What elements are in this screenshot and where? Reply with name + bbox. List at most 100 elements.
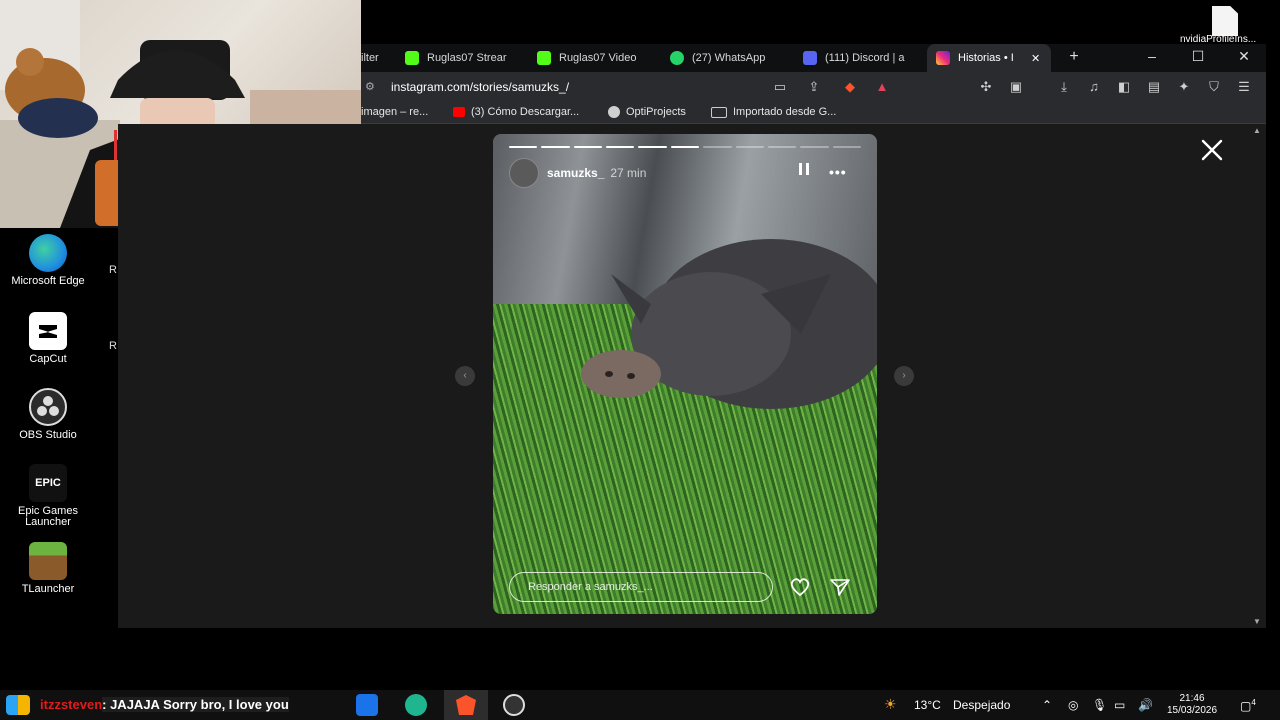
obs-taskbar-icon[interactable] (503, 694, 525, 716)
kick-icon (405, 51, 419, 65)
story-progress-segment (606, 146, 635, 148)
story-progress-segment (735, 146, 764, 148)
story-progress-segment (670, 146, 700, 148)
tab-ruglas-stream[interactable]: Ruglas07 Strear (405, 44, 515, 72)
clock[interactable]: 21:46 15/03/2026 (1162, 693, 1222, 717)
desktop-icon-tlauncher[interactable]: TLauncher (0, 542, 96, 595)
optiprojects-icon (608, 106, 620, 118)
extensions-icon[interactable]: ✣ (977, 79, 995, 95)
bookmark-folder-importado[interactable]: Importado desde G... (711, 106, 836, 118)
desktop-icon-label-partial: R (109, 264, 117, 276)
tab-close-icon[interactable]: ✕ (1031, 52, 1040, 65)
story-progress-segment (703, 146, 732, 148)
avatar[interactable] (509, 158, 539, 188)
file-icon[interactable] (1212, 6, 1238, 36)
brave-icon (456, 695, 476, 715)
story-progress-segment (541, 146, 570, 148)
weather-temp[interactable]: 13°C (914, 698, 941, 712)
reply-input[interactable]: Responder a samuzks_... (509, 572, 773, 602)
pause-icon[interactable] (797, 162, 811, 176)
chat-text: : JAJAJA Sorry bro, I love you (102, 697, 289, 712)
chevron-up-icon[interactable]: ⌃ (1042, 698, 1052, 712)
brave-taskbar-button[interactable] (444, 690, 488, 720)
tab-ruglas-video[interactable]: Ruglas07 Video (537, 44, 643, 72)
stream-chat-message: itzzsteven: JAJAJA Sorry bro, I love you (40, 697, 289, 712)
leo-icon[interactable]: ✦ (1175, 79, 1193, 95)
weather-desc[interactable]: Despejado (953, 698, 1010, 712)
send-icon[interactable] (829, 577, 851, 597)
outlook-icon[interactable] (356, 694, 378, 716)
clock-time: 21:46 (1179, 693, 1205, 704)
start-icon[interactable] (6, 695, 30, 715)
pig-image (581, 239, 877, 409)
bookmark-imagen[interactable]: imagen – re... (361, 106, 428, 118)
kick-icon (537, 51, 551, 65)
tlauncher-icon (29, 542, 67, 580)
story-progress-segment (638, 146, 667, 148)
next-story-button[interactable]: › (894, 366, 914, 386)
youtube-icon (453, 107, 465, 117)
share-icon[interactable]: ⇪ (805, 79, 823, 95)
story-username[interactable]: samuzks_ (547, 166, 604, 180)
url-input[interactable]: instagram.com/stories/samuzks_/ (391, 80, 569, 94)
tab-historias[interactable]: Historias • I ✕ (927, 44, 1051, 72)
network-icon[interactable]: ▭ (1114, 698, 1125, 712)
new-tab-button[interactable]: + (1064, 48, 1084, 66)
media-icon[interactable]: ♫ (1085, 79, 1103, 95)
story-time: 27 min (610, 166, 647, 180)
story-progress-bar (509, 146, 861, 148)
menu-icon[interactable]: ☰ (1235, 79, 1253, 95)
desktop-icon-edge[interactable]: Microsoft Edge (0, 234, 96, 287)
desktop-icon-label-partial: R (109, 340, 117, 352)
scroll-up-icon[interactable]: ▲ (1253, 126, 1261, 135)
desktop-icon-epic[interactable]: EPIC Epic Games Launcher (0, 464, 96, 528)
scrollbar[interactable]: ▲ ▼ (1250, 124, 1262, 628)
story-progress-segment (767, 146, 797, 148)
minimize-button[interactable]: – (1142, 48, 1162, 64)
bookmark-youtube[interactable]: (3) Cómo Descargar... (453, 106, 579, 118)
bookmark-optiprojects[interactable]: OptiProjects (608, 106, 686, 118)
sidebar-icon[interactable]: ◧ (1115, 79, 1133, 95)
desktop-icon-obs[interactable]: OBS Studio (0, 388, 96, 441)
tab-partial[interactable]: ilter (361, 44, 383, 72)
folder-icon (711, 106, 727, 118)
site-info-icon[interactable]: ⚙ (365, 80, 375, 93)
brave-rewards-icon[interactable]: ▲ (873, 79, 891, 95)
microphone-icon[interactable]: 🎙 (1092, 698, 1107, 712)
tray-app-icon[interactable]: ◎ (1068, 698, 1078, 712)
story-progress-segment (573, 146, 603, 148)
capcut-icon (29, 312, 67, 350)
tab-bar: ilter Ruglas07 Strear Ruglas07 Video (27… (361, 44, 1266, 72)
instagram-icon (936, 51, 950, 65)
app-green-icon[interactable] (405, 694, 427, 716)
brave-shield-icon[interactable]: ◆ (841, 79, 859, 95)
edge-icon (29, 234, 67, 272)
obs-icon (29, 388, 67, 426)
story-progress-segment (800, 146, 829, 148)
heart-icon[interactable] (789, 577, 811, 597)
browser-left-area (118, 124, 361, 628)
download-icon[interactable]: ⤓ (1055, 79, 1073, 95)
wallet-icon[interactable]: ▤ (1145, 79, 1163, 95)
chat-username: itzzsteven (40, 697, 103, 712)
scroll-down-icon[interactable]: ▼ (1253, 617, 1261, 626)
story-viewer[interactable]: samuzks_ 27 min ••• Responder a samuzks_… (493, 134, 877, 614)
vpn-icon[interactable]: ⛉ (1205, 79, 1223, 95)
weather-icon[interactable]: ☀ (884, 696, 897, 713)
desktop-icon-capcut[interactable]: CapCut (0, 312, 96, 365)
notification-count: 4 (1251, 698, 1256, 707)
close-button[interactable]: ✕ (1234, 48, 1254, 65)
bookmarks-bar: imagen – re... (3) Cómo Descargar... Opt… (361, 102, 1266, 124)
more-options-icon[interactable]: ••• (829, 164, 847, 180)
tab-whatsapp[interactable]: (27) WhatsApp (670, 44, 778, 72)
volume-icon[interactable]: 🔊 (1138, 698, 1153, 712)
tab-discord[interactable]: (111) Discord | a (803, 44, 913, 72)
maximize-button[interactable]: ☐ (1188, 48, 1208, 65)
previous-story-button[interactable]: ‹ (455, 366, 475, 386)
cast-icon[interactable]: ▭ (771, 79, 789, 95)
reader-icon[interactable]: ▣ (1007, 79, 1025, 95)
notification-icon[interactable]: ▢4 (1240, 698, 1256, 713)
discord-icon (803, 51, 817, 65)
story-header: samuzks_ 27 min (509, 158, 646, 188)
close-story-icon[interactable] (1198, 136, 1226, 164)
